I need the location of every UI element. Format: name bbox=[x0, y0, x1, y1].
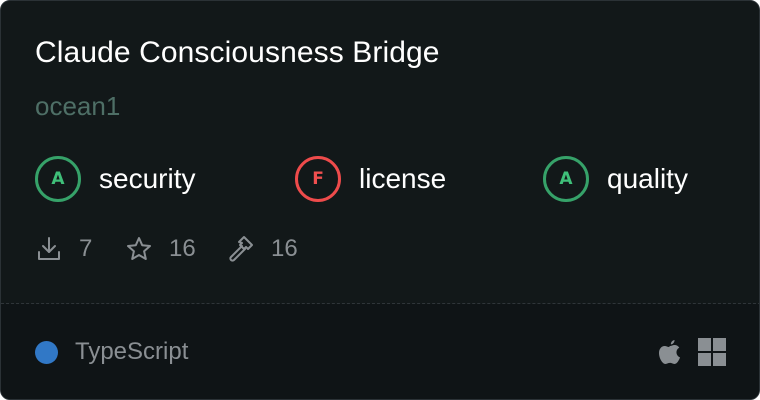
apple-icon bbox=[655, 337, 685, 367]
security-score: A security bbox=[35, 156, 195, 202]
language-color-dot bbox=[35, 341, 58, 364]
hammer-icon bbox=[227, 235, 255, 263]
card-title[interactable]: Claude Consciousness Bridge bbox=[35, 35, 440, 71]
security-label: security bbox=[99, 163, 196, 194]
stats-row: 7 16 16 bbox=[35, 234, 455, 264]
license-score: F license bbox=[295, 156, 446, 202]
card-owner[interactable]: ocean1 bbox=[35, 91, 120, 121]
stars-stat: 16 bbox=[125, 234, 196, 264]
quality-label: quality bbox=[607, 163, 688, 194]
card-footer: TypeScript bbox=[1, 304, 759, 399]
quality-score: A quality bbox=[543, 156, 688, 202]
download-icon bbox=[35, 235, 63, 263]
downloads-stat: 7 bbox=[35, 234, 92, 264]
license-grade-badge: F bbox=[295, 156, 341, 202]
score-badges: A security F license A quality bbox=[35, 156, 735, 202]
windows-icon bbox=[697, 337, 727, 367]
security-grade-badge: A bbox=[35, 156, 81, 202]
tools-stat: 16 bbox=[227, 234, 298, 264]
language-name: TypeScript bbox=[75, 338, 189, 365]
star-icon bbox=[125, 235, 153, 263]
tools-count: 16 bbox=[271, 235, 298, 262]
server-card[interactable]: Claude Consciousness Bridge ocean1 A sec… bbox=[0, 0, 760, 400]
downloads-count: 7 bbox=[79, 235, 93, 262]
stars-count: 16 bbox=[169, 235, 196, 262]
license-label: license bbox=[359, 163, 447, 194]
quality-grade-badge: A bbox=[543, 156, 589, 202]
